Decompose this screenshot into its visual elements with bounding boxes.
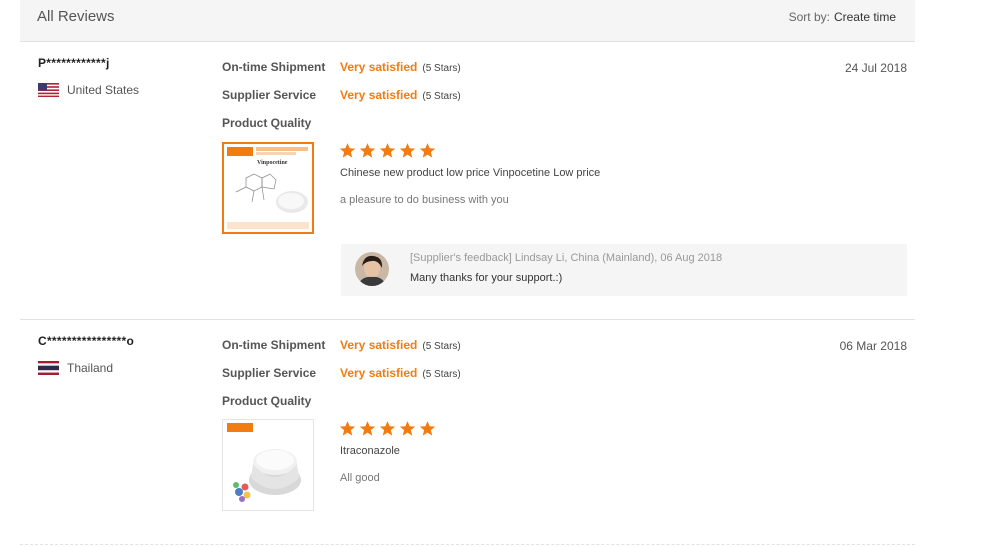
star-icon	[399, 421, 416, 436]
rating-value: Very satisfied	[340, 88, 418, 102]
rating-supplier-service: Supplier Service Very satisfied (5 Stars)	[222, 366, 461, 384]
review-comment: All good	[340, 472, 380, 484]
product-star-rating	[339, 142, 436, 159]
star-icon	[419, 143, 436, 158]
buyer-name: C****************o	[38, 334, 135, 348]
star-icon	[419, 421, 436, 436]
review-item: P************j United States 24 Jul 2018…	[20, 42, 915, 319]
review-date: 24 Jul 2018	[844, 61, 907, 75]
rating-label: Supplier Service	[222, 88, 317, 102]
feedback-header: [Supplier's feedback] Lindsay Li, China …	[410, 252, 723, 264]
supplier-feedback: [Supplier's feedback] Lindsay Li, China …	[341, 244, 907, 296]
rating-product-quality: Product Quality	[222, 116, 340, 134]
rating-label: Product Quality	[222, 394, 312, 408]
rating-supplier-service: Supplier Service Very satisfied (5 Stars)	[222, 88, 461, 106]
rating-value: Very satisfied	[340, 338, 418, 352]
review-date: 06 Mar 2018	[839, 339, 907, 353]
star-icon	[379, 421, 396, 436]
thailand-flag-icon	[38, 361, 59, 375]
rating-on-time-shipment: On-time Shipment Very satisfied (5 Stars)	[222, 338, 461, 356]
rating-stars-text: (5 Stars)	[422, 369, 461, 380]
rating-label: Supplier Service	[222, 366, 317, 380]
star-icon	[359, 421, 376, 436]
product-name[interactable]: Itraconazole	[340, 445, 400, 457]
rating-on-time-shipment: On-time Shipment Very satisfied (5 Stars)	[222, 60, 461, 78]
buyer-country: Thailand	[38, 361, 113, 375]
product-star-rating	[339, 420, 436, 437]
star-icon	[379, 143, 396, 158]
buyer-name: P************j	[38, 56, 110, 70]
us-flag-icon	[38, 83, 59, 97]
product-name[interactable]: Chinese new product low price Vinpocetin…	[340, 167, 600, 179]
sort-value[interactable]: Create time	[834, 10, 896, 24]
vinpocetine-image: Vinpocetine	[224, 144, 312, 232]
country-label: Thailand	[67, 361, 114, 375]
rating-label: Product Quality	[222, 116, 312, 130]
rating-value: Very satisfied	[340, 366, 418, 380]
rating-value: Very satisfied	[340, 60, 418, 74]
review-item: C****************o Thailand 06 Mar 2018 …	[20, 320, 915, 545]
rating-label: On-time Shipment	[222, 60, 326, 74]
rating-product-quality: Product Quality	[222, 394, 340, 412]
country-label: United States	[67, 83, 140, 97]
rating-stars-text: (5 Stars)	[422, 91, 461, 102]
star-icon	[399, 143, 416, 158]
divider	[20, 544, 915, 546]
star-icon	[339, 421, 356, 436]
rating-stars-text: (5 Stars)	[422, 341, 461, 352]
itraconazole-image	[223, 420, 313, 510]
rating-label: On-time Shipment	[222, 338, 326, 352]
feedback-text: Many thanks for your support.:)	[410, 272, 563, 284]
sort-label: Sort by:	[788, 10, 830, 24]
review-comment: a pleasure to do business with you	[340, 194, 509, 206]
product-thumbnail[interactable]: Vinpocetine	[222, 142, 314, 234]
star-icon	[339, 143, 356, 158]
buyer-country: United States	[38, 83, 139, 97]
rating-stars-text: (5 Stars)	[422, 63, 461, 74]
thumb-title: Vinpocetine	[257, 160, 288, 166]
reviews-header: All Reviews Sort by: Create time	[20, 0, 915, 42]
product-thumbnail[interactable]	[222, 419, 314, 511]
avatar	[355, 252, 389, 286]
sort-control[interactable]: Sort by: Create time	[789, 10, 896, 24]
star-icon	[359, 143, 376, 158]
page-title: All Reviews	[37, 8, 115, 25]
